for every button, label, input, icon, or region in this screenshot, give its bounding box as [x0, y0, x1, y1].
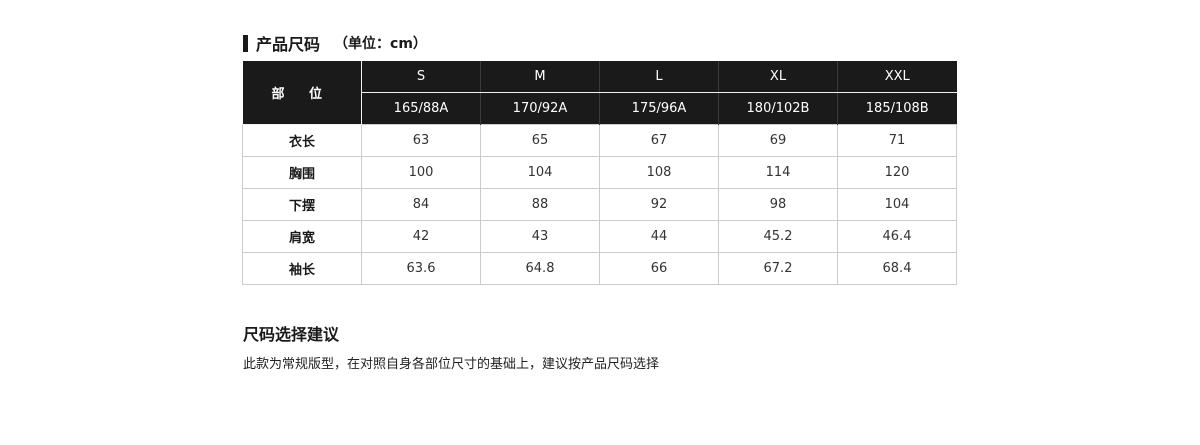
title-accent-bar	[243, 34, 248, 52]
size-header-cell: S	[361, 61, 481, 93]
size-chart-table: 部 位 S M L XL XXL 165/88A 170/92A 175/96A…	[242, 61, 957, 285]
size-header-row: 部 位 S M L XL XXL	[242, 61, 957, 125]
measurement-cell: 66	[599, 252, 719, 285]
measurement-cell: 108	[599, 156, 719, 189]
part-name-cell: 下摆	[242, 188, 362, 221]
measurement-cell: 114	[718, 156, 838, 189]
measurement-cell: 67	[599, 124, 719, 157]
measurement-cell: 88	[480, 188, 600, 221]
measurement-cell: 100	[361, 156, 481, 189]
measurement-cell: 104	[480, 156, 600, 189]
part-name-cell: 胸围	[242, 156, 362, 189]
size-advice-text: 此款为常规版型，在对照自身各部位尺寸的基础上，建议按产品尺码选择	[243, 357, 660, 372]
part-name-cell: 袖长	[242, 252, 362, 285]
measurement-cell: 68.4	[837, 252, 957, 285]
table-row: 衣长 63 65 67 69 71	[242, 124, 957, 157]
part-name-cell: 衣长	[242, 124, 362, 157]
size-header-cell: M	[480, 61, 600, 93]
measurement-cell: 92	[599, 188, 719, 221]
measurement-cell: 120	[837, 156, 957, 189]
measurement-cell: 67.2	[718, 252, 838, 285]
height-header-cell: 185/108B	[837, 92, 957, 125]
size-advice-title: 尺码选择建议	[243, 325, 340, 344]
measurement-cell: 42	[361, 220, 481, 253]
size-header-cell: L	[599, 61, 719, 93]
table-row: 袖长 63.6 64.8 66 67.2 68.4	[242, 252, 957, 285]
table-row: 胸围 100 104 108 114 120	[242, 156, 957, 189]
size-header-cell: XL	[718, 61, 838, 93]
table-row: 肩宽 42 43 44 45.2 46.4	[242, 220, 957, 253]
size-section-header: 产品尺码 （单位：cm）	[243, 31, 427, 55]
measurement-cell: 43	[480, 220, 600, 253]
size-header-cell: XXL	[837, 61, 957, 93]
measurement-cell: 104	[837, 188, 957, 221]
height-header-cell: 165/88A	[361, 92, 481, 125]
measurement-cell: 65	[480, 124, 600, 157]
measurement-cell: 45.2	[718, 220, 838, 253]
measurement-cell: 63.6	[361, 252, 481, 285]
table-row: 下摆 84 88 92 98 104	[242, 188, 957, 221]
part-column-header: 部 位	[242, 61, 362, 125]
measurement-cell: 46.4	[837, 220, 957, 253]
part-name-cell: 肩宽	[242, 220, 362, 253]
measurement-cell: 71	[837, 124, 957, 157]
measurement-cell: 64.8	[480, 252, 600, 285]
measurement-cell: 63	[361, 124, 481, 157]
measurement-cell: 84	[361, 188, 481, 221]
measurement-cell: 69	[718, 124, 838, 157]
measurement-cell: 44	[599, 220, 719, 253]
size-unit-label: （单位：cm）	[334, 36, 427, 52]
height-header-cell: 180/102B	[718, 92, 838, 125]
size-section-title: 产品尺码	[256, 35, 321, 54]
measurement-cell: 98	[718, 188, 838, 221]
height-header-cell: 175/96A	[599, 92, 719, 125]
height-header-cell: 170/92A	[480, 92, 600, 125]
